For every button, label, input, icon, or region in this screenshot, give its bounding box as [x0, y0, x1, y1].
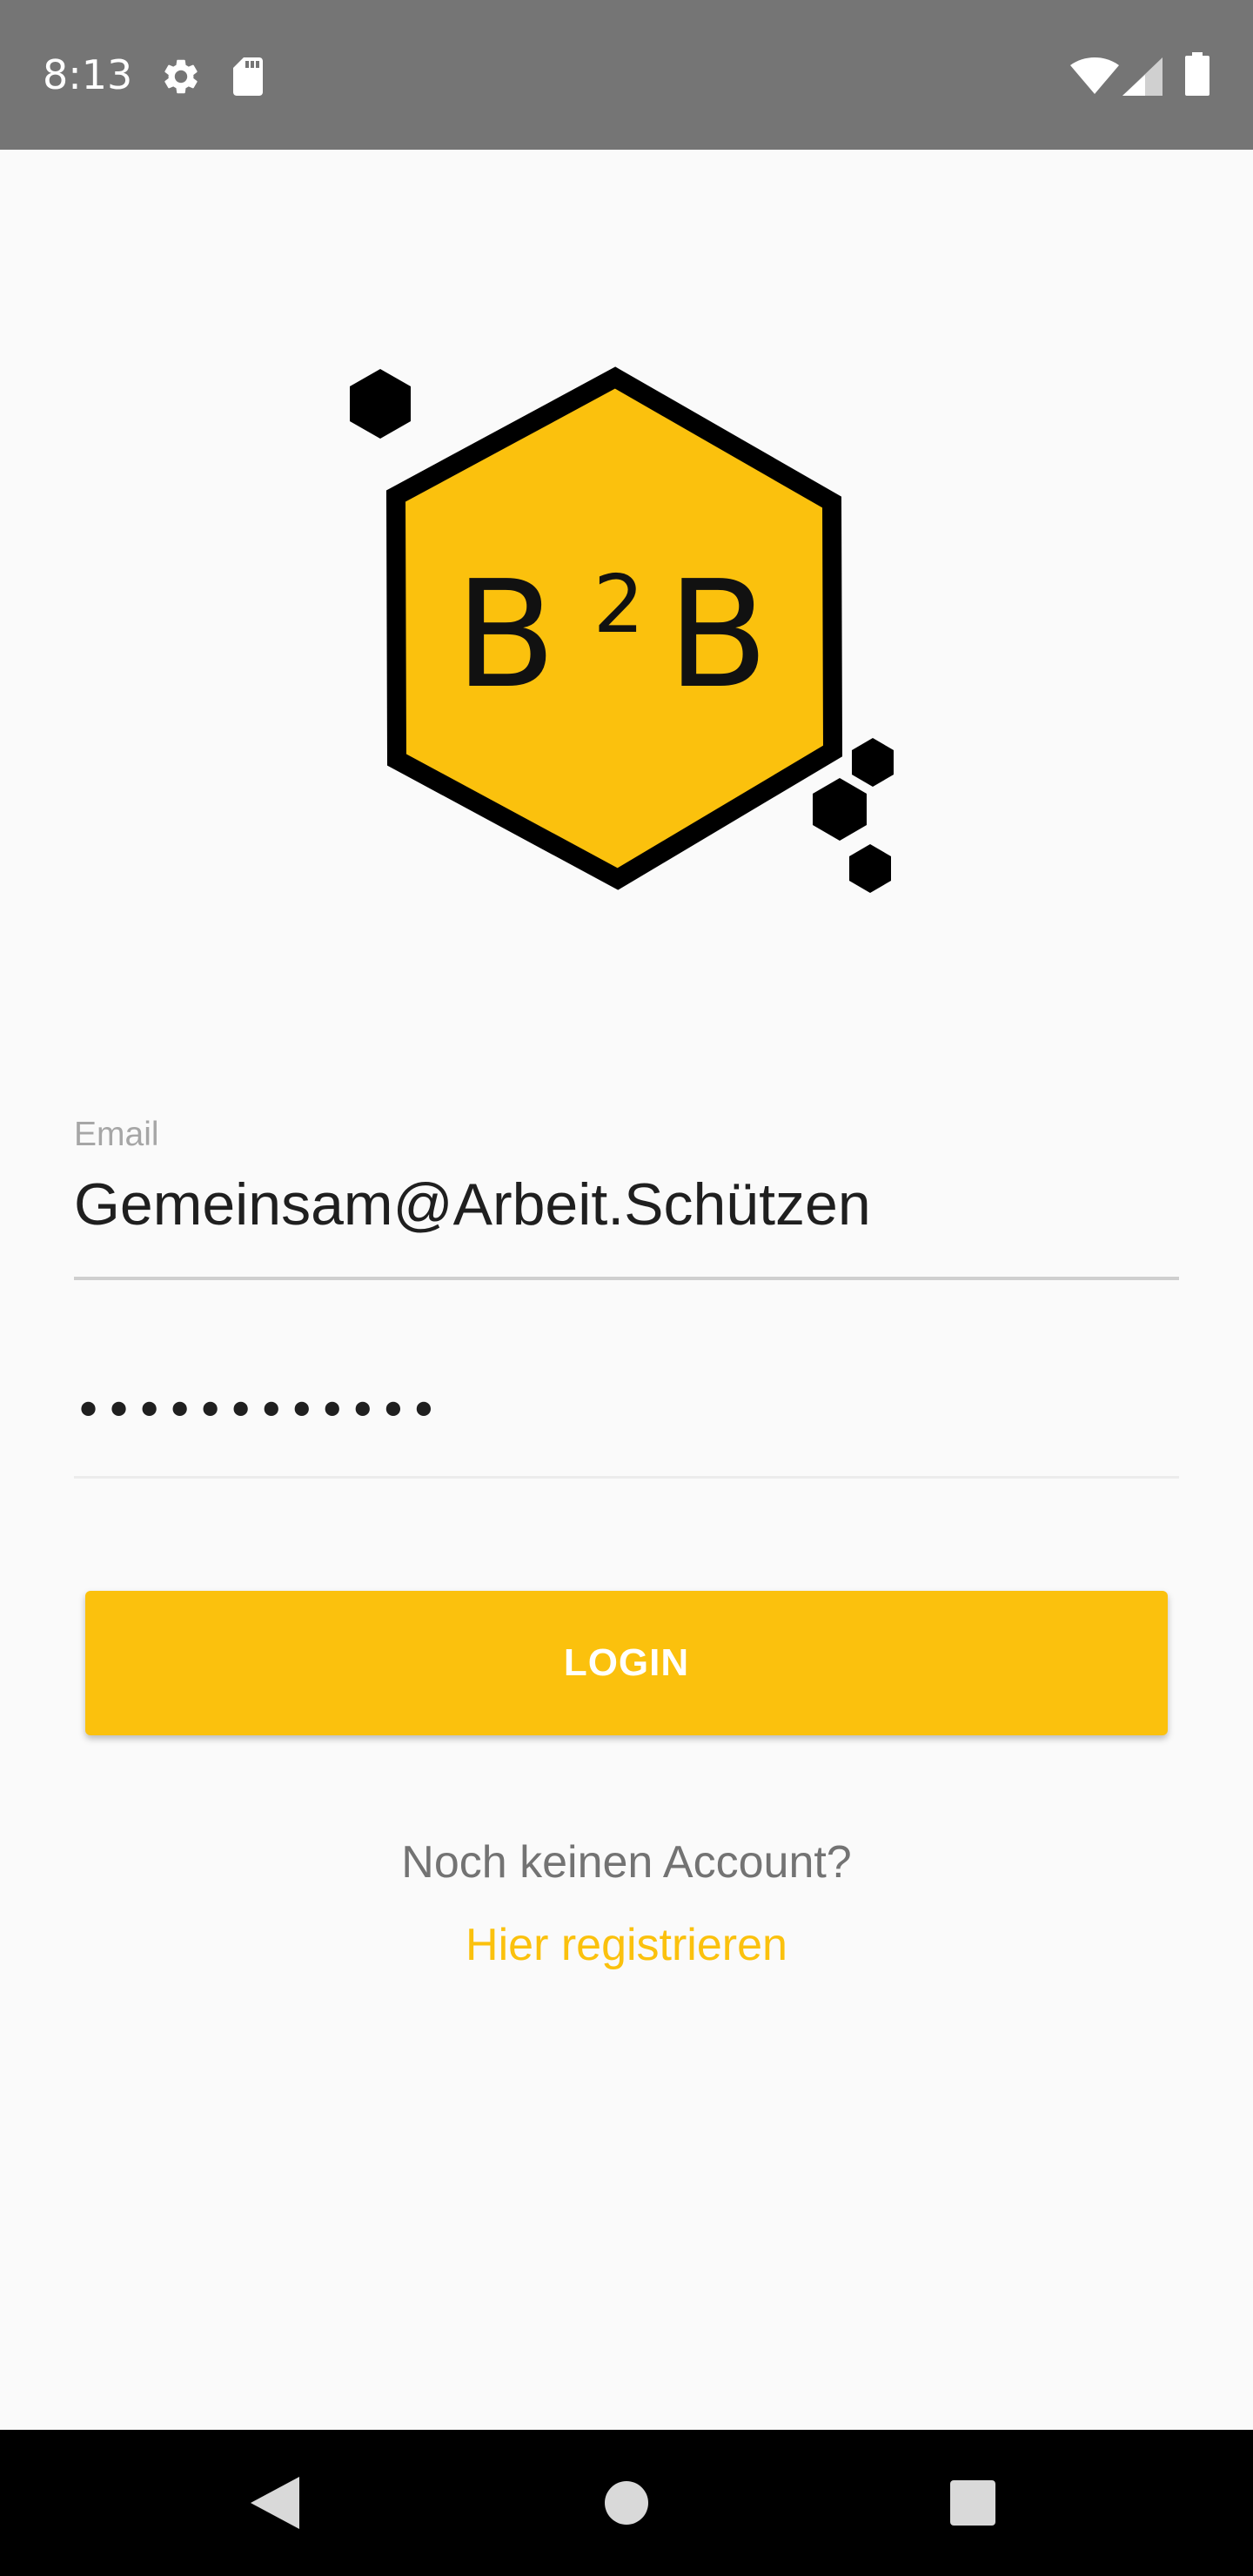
small-hexagon-bottom-3 [849, 844, 891, 893]
status-time: 8:13 [43, 51, 133, 98]
home-icon[interactable] [604, 2480, 649, 2526]
password-field[interactable] [74, 1371, 1179, 1451]
small-hexagon-top-left [350, 369, 411, 439]
cellular-signal-icon [1122, 57, 1163, 96]
small-hexagon-bottom-2 [813, 778, 867, 841]
email-field[interactable] [74, 1164, 1179, 1244]
wifi-icon [1070, 57, 1119, 94]
password-underline [74, 1476, 1179, 1479]
b2b-logo: B 2 B [350, 366, 894, 893]
logo-superscript: 2 [593, 558, 645, 651]
email-underline [74, 1277, 1179, 1280]
login-button[interactable]: LOGIN [85, 1591, 1168, 1735]
recents-icon[interactable] [950, 2480, 995, 2526]
status-bar: 8:13 [0, 0, 1253, 150]
navigation-bar [0, 2430, 1253, 2576]
login-screen: 8:13 B 2 B Email Gemeinsam@Arbeit.Schütz… [0, 0, 1253, 2576]
logo-letter-right: B [667, 549, 769, 721]
sd-card-icon [233, 57, 263, 96]
small-hexagon-bottom-1 [852, 738, 894, 787]
register-link[interactable]: Hier registrieren [0, 1915, 1253, 1976]
settings-icon [164, 59, 198, 94]
email-label: Email [74, 1116, 159, 1153]
logo-letter-left: B [455, 549, 557, 721]
battery-icon [1185, 52, 1209, 96]
back-icon[interactable] [251, 2477, 299, 2529]
no-account-text: Noch keinen Account? [401, 1837, 852, 1888]
